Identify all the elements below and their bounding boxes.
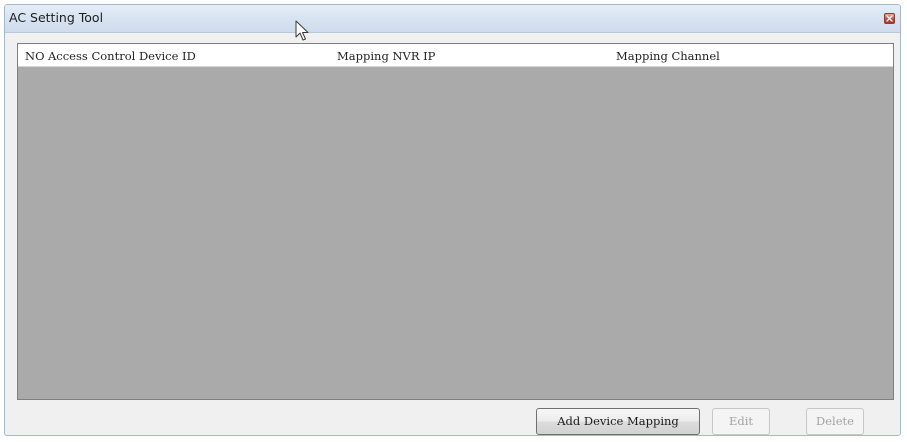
column-header-nvr-ip[interactable]: Mapping NVR IP	[337, 49, 435, 63]
window-title: AC Setting Tool	[9, 10, 104, 25]
close-icon	[886, 15, 893, 22]
delete-button[interactable]: Delete	[806, 408, 864, 435]
edit-button[interactable]: Edit	[712, 408, 770, 435]
close-button[interactable]	[884, 13, 895, 24]
column-header-device-id[interactable]: Access Control Device ID	[48, 49, 196, 63]
title-bar[interactable]: AC Setting Tool	[5, 5, 900, 33]
ac-setting-tool-window: AC Setting Tool NO Access Control Device…	[4, 4, 901, 436]
column-header-no[interactable]: NO	[25, 49, 45, 63]
column-header-channel[interactable]: Mapping Channel	[616, 49, 720, 63]
add-device-mapping-button[interactable]: Add Device Mapping	[536, 408, 700, 435]
table-header: NO Access Control Device ID Mapping NVR …	[18, 44, 893, 67]
device-mapping-table[interactable]: NO Access Control Device ID Mapping NVR …	[17, 43, 894, 400]
